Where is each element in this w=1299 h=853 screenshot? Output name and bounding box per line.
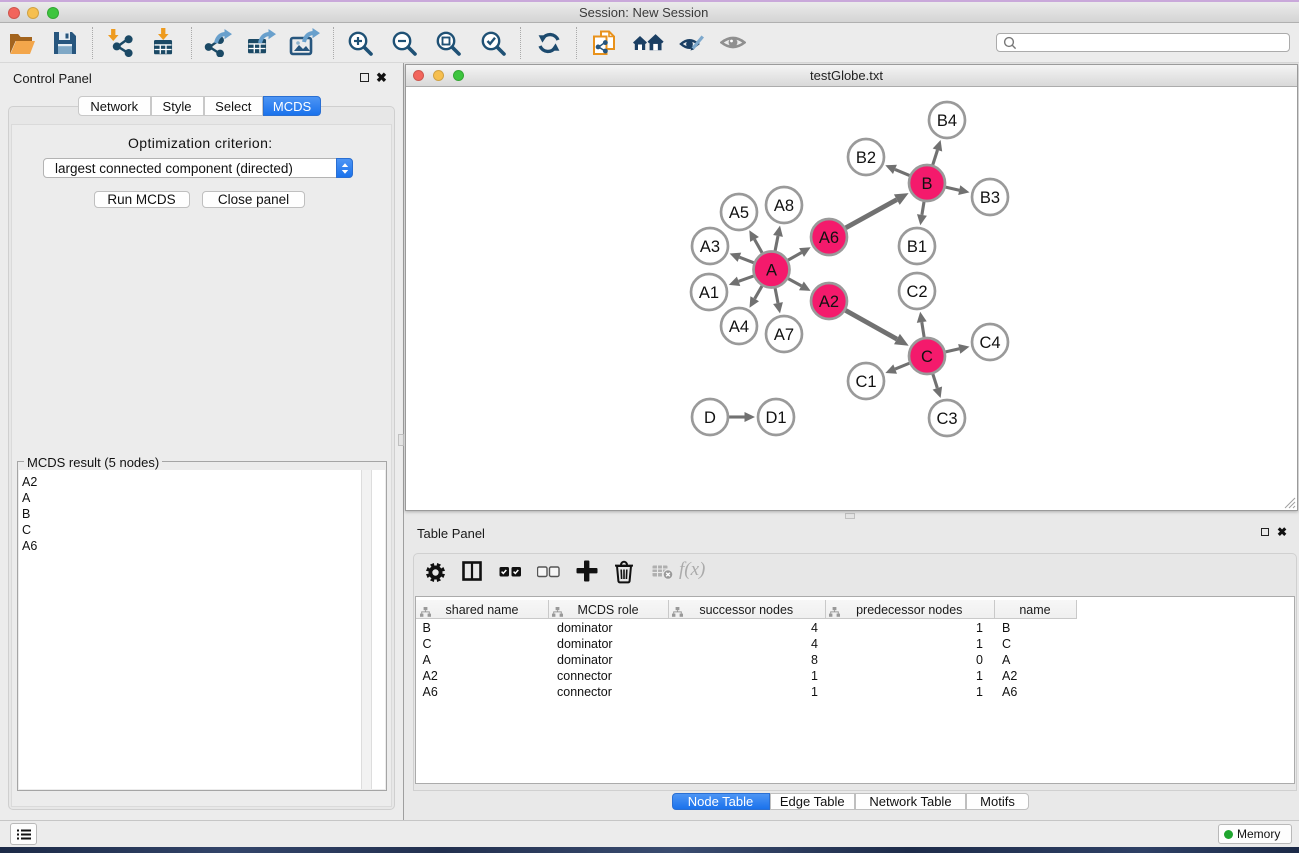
svg-text:C: C: [921, 348, 933, 366]
svg-text:B3: B3: [980, 189, 1000, 207]
svg-text:A5: A5: [729, 204, 749, 222]
svg-text:A: A: [766, 261, 777, 279]
svg-text:C3: C3: [936, 410, 957, 428]
svg-text:B4: B4: [937, 112, 957, 130]
svg-text:A3: A3: [700, 238, 720, 256]
svg-text:D1: D1: [765, 409, 786, 427]
svg-text:A7: A7: [774, 326, 794, 344]
svg-text:A4: A4: [729, 318, 749, 336]
svg-text:B2: B2: [856, 149, 876, 167]
svg-text:A6: A6: [819, 229, 839, 247]
svg-text:C2: C2: [906, 283, 927, 301]
svg-text:A2: A2: [819, 293, 839, 311]
svg-text:A8: A8: [774, 197, 794, 215]
svg-text:C4: C4: [979, 334, 1000, 352]
svg-text:B: B: [921, 175, 932, 193]
svg-text:A1: A1: [699, 284, 719, 302]
svg-text:D: D: [704, 409, 716, 427]
svg-text:C1: C1: [855, 373, 876, 391]
svg-text:B1: B1: [907, 238, 927, 256]
